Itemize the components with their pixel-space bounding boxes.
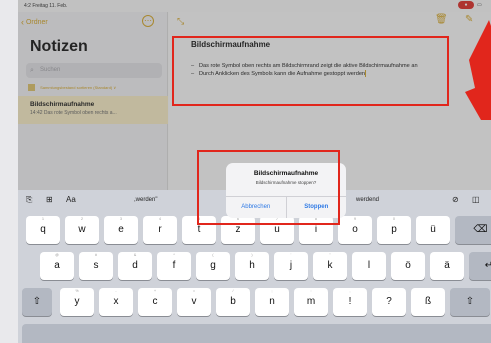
key-a[interactable]: @ a	[40, 252, 74, 280]
key-alt-label: +	[153, 289, 157, 293]
annotation-arrow	[465, 20, 491, 120]
key-alt-label: ;	[271, 289, 273, 293]
key-label: ⇧	[465, 296, 475, 307]
return-key[interactable]: ↵	[469, 252, 491, 280]
key-alt-label: '	[290, 253, 292, 257]
key-?[interactable]: .?	[372, 288, 406, 316]
key-alt-label: 4	[159, 217, 161, 221]
screen-frame: 4:2 Freitag 11. Feb. ● ▭ ‹ Ordner ⋯ Noti…	[0, 0, 491, 343]
key-ö[interactable]: ö	[391, 252, 425, 280]
key-g[interactable]: (g	[196, 252, 230, 280]
key-y[interactable]: % y	[60, 288, 94, 316]
key-o[interactable]: 9o	[338, 216, 372, 244]
key-q[interactable]: 1q	[26, 216, 60, 244]
scan-text-icon[interactable]: ⎘	[26, 195, 32, 205]
key-ä[interactable]: ä	[430, 252, 464, 280]
key-e[interactable]: 3e	[104, 216, 138, 244]
key-alt-label: 0	[393, 217, 395, 221]
key-ü[interactable]: ü	[416, 216, 450, 244]
shift-key-left[interactable]: ⇧	[22, 288, 52, 316]
key-w[interactable]: 2w	[65, 216, 99, 244]
format-button[interactable]: Aa	[66, 195, 76, 204]
key-alt-label: /	[232, 289, 234, 293]
key-alt-label: 1	[42, 217, 44, 221]
key-f[interactable]: * f	[157, 252, 191, 280]
key-label: ⇧	[32, 296, 42, 307]
key-alt-label: =	[192, 289, 196, 293]
key-c[interactable]: + c	[138, 288, 172, 316]
key-alt-label: &	[133, 253, 137, 257]
key-d[interactable]: & d	[118, 252, 152, 280]
key-alt-label: .	[388, 289, 390, 293]
key-alt-label: *	[173, 253, 175, 257]
key-label: l	[367, 260, 371, 271]
key-n[interactable]: ; n	[255, 288, 289, 316]
key-alt-label: -	[115, 289, 117, 293]
key-label: ß	[424, 296, 432, 307]
key-alt-label: )	[251, 253, 253, 257]
key-alt-label: "	[329, 253, 331, 257]
key-alt-label: @	[55, 253, 59, 257]
key-s[interactable]: # s	[79, 252, 113, 280]
key-alt-label: 2	[81, 217, 83, 221]
annotation-dialog-box	[197, 150, 340, 225]
key-alt-label: %	[75, 289, 79, 293]
annotation-note-box	[172, 36, 449, 106]
checkmark-icon[interactable]: ⊘	[452, 195, 459, 204]
prediction-1[interactable]: ,werden"	[134, 197, 157, 203]
key-label: ↵	[484, 260, 491, 271]
key-ß[interactable]: ß	[411, 288, 445, 316]
table-icon[interactable]: ⊞	[46, 195, 53, 204]
key-label: ä	[444, 260, 450, 271]
key-v[interactable]: = v	[177, 288, 211, 316]
key-r[interactable]: 4r	[143, 216, 177, 244]
prediction-2[interactable]: werdend	[356, 197, 379, 203]
keyboard-bottom-row[interactable]	[22, 324, 491, 343]
key-alt-label: ,	[349, 289, 351, 293]
key-h[interactable]: ) h	[235, 252, 269, 280]
key-b[interactable]: / b	[216, 288, 250, 316]
key-p[interactable]: 0p	[377, 216, 411, 244]
key-alt-label: 3	[120, 217, 122, 221]
key-alt-label: #	[95, 253, 97, 257]
key-j[interactable]: ' j	[274, 252, 308, 280]
key-x[interactable]: -x	[99, 288, 133, 316]
key-label: ö	[405, 260, 411, 271]
key-l[interactable]: l	[352, 252, 386, 280]
backspace-key[interactable]: ⌫	[455, 216, 491, 244]
key-k[interactable]: " k	[313, 252, 347, 280]
key-alt-label: :	[310, 289, 312, 293]
camera-icon[interactable]: ◫	[472, 195, 480, 204]
key-alt-label: (	[212, 253, 214, 257]
key-m[interactable]: :m	[294, 288, 328, 316]
key-![interactable]: ,!	[333, 288, 367, 316]
shift-key-right[interactable]: ⇧	[450, 288, 490, 316]
key-label: ü	[430, 224, 436, 235]
key-label: ⌫	[473, 224, 488, 235]
